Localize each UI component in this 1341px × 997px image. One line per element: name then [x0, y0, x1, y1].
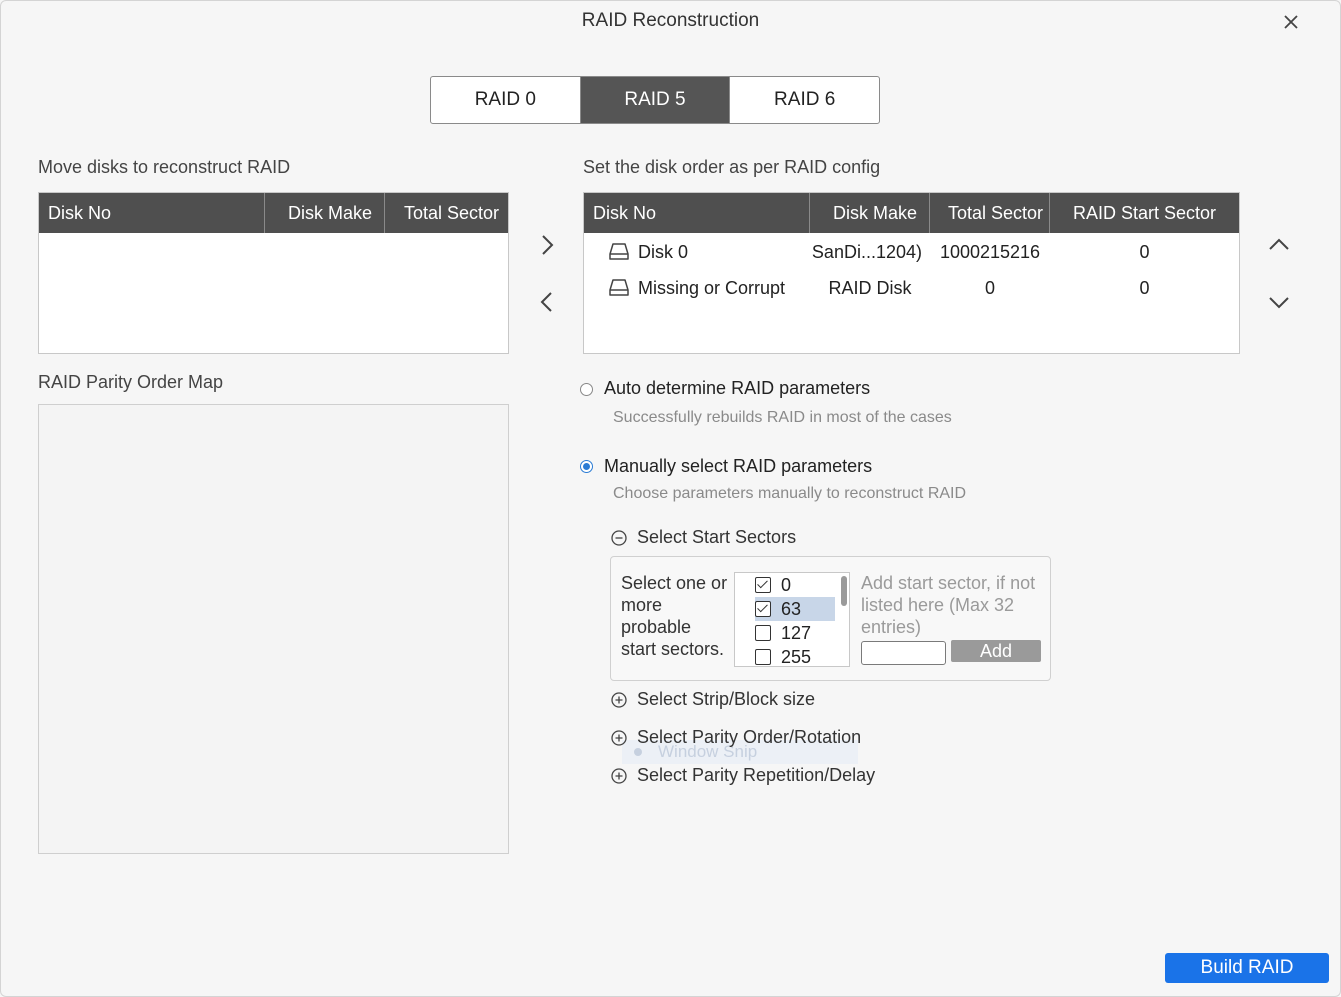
build-raid-button[interactable]: Build RAID [1165, 953, 1329, 983]
auto-params-label[interactable]: Auto determine RAID parameters [604, 378, 870, 399]
manual-params-label[interactable]: Manually select RAID parameters [604, 456, 872, 477]
col-disk-make[interactable]: Disk Make [810, 193, 930, 233]
col-disk-no[interactable]: Disk No [584, 193, 810, 233]
left-table-label: Move disks to reconstruct RAID [38, 157, 291, 177]
parity-map-label: RAID Parity Order Map [38, 372, 224, 392]
tab-raid-6[interactable]: RAID 6 [730, 77, 879, 123]
strip-size-toggle[interactable]: Select Strip/Block size [611, 689, 815, 710]
dialog-title: RAID Reconstruction [581, 10, 760, 31]
plus-circle-icon [611, 691, 627, 708]
col-total-sector[interactable]: Total Sector [385, 193, 508, 233]
chevron-down-icon[interactable] [1266, 289, 1292, 315]
checkbox[interactable] [755, 649, 771, 665]
list-item[interactable]: 255 [755, 645, 835, 666]
add-sector-input[interactable] [861, 641, 946, 665]
right-table-label: Set the disk order as per RAID config [583, 157, 881, 177]
close-icon[interactable] [1280, 10, 1302, 34]
table-row[interactable]: Missing or Corrupt RAID Disk 0 0 [584, 270, 1239, 306]
checkbox[interactable] [755, 577, 771, 593]
tab-raid-5[interactable]: RAID 5 [580, 77, 731, 123]
col-raid-start-sector[interactable]: RAID Start Sector [1050, 193, 1239, 233]
col-total-sector[interactable]: Total Sector [930, 193, 1050, 233]
checkbox[interactable] [755, 625, 771, 641]
raid-start-sector: 0 [1139, 277, 1150, 298]
col-disk-make[interactable]: Disk Make [265, 193, 385, 233]
disk-drive-icon [609, 243, 629, 260]
table-row[interactable]: Disk 0 SanDi...1204) 1000215216 0 [584, 234, 1239, 270]
auto-params-radio[interactable] [580, 383, 593, 396]
disk-no: Missing or Corrupt [638, 277, 786, 298]
manual-params-description: Choose parameters manually to reconstruc… [613, 485, 967, 502]
list-scrollbar[interactable] [841, 576, 847, 606]
table-header: Disk No Disk Make Total Sector [39, 193, 508, 233]
parity-order-toggle[interactable]: Select Parity Order/Rotation [611, 727, 861, 748]
plus-circle-icon [611, 729, 627, 746]
disk-drive-icon [609, 279, 629, 296]
start-sectors-header: Select Start Sectors [637, 527, 797, 547]
minus-circle-icon [611, 529, 627, 546]
parity-repetition-header: Select Parity Repetition/Delay [637, 765, 876, 785]
disk-no: Disk 0 [638, 241, 689, 262]
available-disks-table[interactable]: Disk No Disk Make Total Sector [38, 192, 509, 354]
chevron-right-icon[interactable] [534, 232, 560, 258]
total-sector: 0 [984, 277, 995, 298]
parity-repetition-toggle[interactable]: Select Parity Repetition/Delay [611, 765, 875, 786]
add-sector-hint: Add start sector, if not listed here (Ma… [861, 573, 1036, 637]
dot-icon [634, 748, 642, 756]
disk-make: SanDi...1204) [811, 241, 922, 262]
list-item[interactable]: 127 [755, 621, 835, 645]
strip-size-header: Select Strip/Block size [637, 689, 816, 709]
parity-order-header: Select Parity Order/Rotation [637, 727, 862, 747]
add-sector-button[interactable]: Add [951, 640, 1041, 662]
start-sectors-toggle[interactable]: Select Start Sectors [611, 527, 796, 548]
plus-circle-icon [611, 767, 627, 784]
checkbox[interactable] [755, 601, 771, 617]
chevron-left-icon[interactable] [534, 289, 560, 315]
raid-type-selector: RAID 0 RAID 5 RAID 6 [430, 76, 880, 124]
manual-params-radio[interactable] [580, 460, 593, 473]
chevron-up-icon[interactable] [1266, 232, 1292, 258]
tab-raid-0[interactable]: RAID 0 [431, 77, 581, 123]
raid-start-sector: 0 [1139, 241, 1150, 262]
table-header: Disk No Disk Make Total Sector RAID Star… [584, 193, 1239, 233]
total-sector: 1000215216 [939, 241, 1041, 262]
list-item[interactable]: 63 [755, 597, 835, 621]
disk-order-table[interactable]: Disk No Disk Make Total Sector RAID Star… [583, 192, 1240, 354]
auto-params-description: Successfully rebuilds RAID in most of th… [613, 409, 952, 426]
start-sectors-list[interactable]: 0 63 127 255 [734, 572, 850, 667]
list-item[interactable]: 0 [755, 573, 835, 597]
start-sectors-prompt: Select one or more probable start sector… [621, 573, 728, 659]
disk-make: RAID Disk [828, 277, 912, 298]
parity-order-map [38, 404, 509, 854]
col-disk-no[interactable]: Disk No [39, 193, 265, 233]
